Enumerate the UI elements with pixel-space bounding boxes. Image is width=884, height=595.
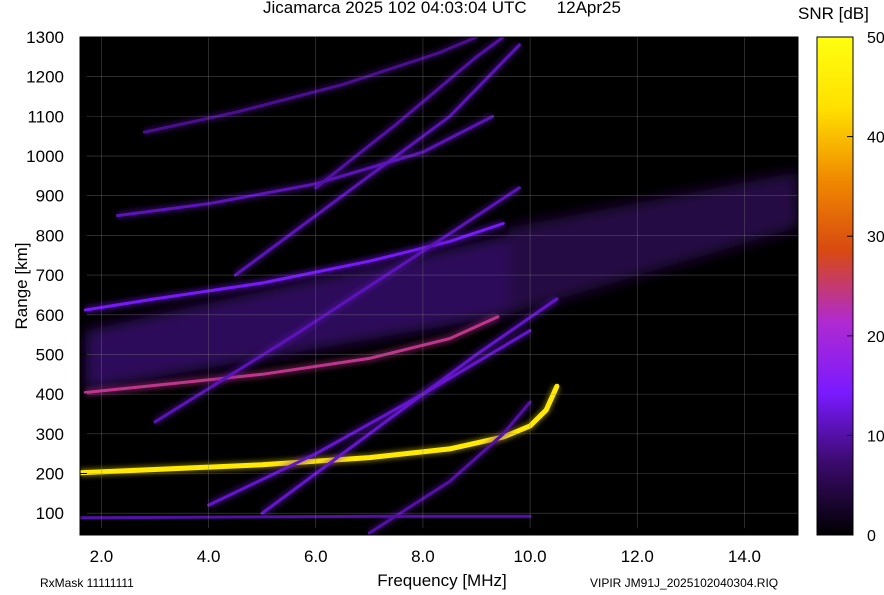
x-tick-label: 6.0 xyxy=(304,547,328,566)
ionogram-figure: Jicamarca 2025 102 04:03:04 UTC 12Apr25 S… xyxy=(0,0,884,595)
plot-svg: 2.0 4.0 6.0 8.0 10.0 12.0 14.0 100200300400500… xyxy=(26,28,884,566)
colorbar-tick-label: 40 xyxy=(867,130,884,147)
y-tick-label: 500 xyxy=(36,345,64,364)
colorbar: 0 10 20 30 40 50 xyxy=(816,30,884,545)
y-tick-label: 100 xyxy=(36,504,64,523)
colorbar-tick-label: 20 xyxy=(867,329,884,346)
colorbar-tick-label: 30 xyxy=(867,229,884,246)
y-tick-label: 300 xyxy=(36,425,64,444)
x-tick-label: 2.0 xyxy=(90,547,114,566)
y-tick-label: 400 xyxy=(36,385,64,404)
colorbar-tick-label: 10 xyxy=(867,428,884,445)
y-axis: 100 200 300 400 500 600 700 800 900 1000 1100 1200 1… xyxy=(26,28,87,523)
x-tick-label: 12.0 xyxy=(621,547,654,566)
trace-line xyxy=(80,514,532,520)
colorbar-scale xyxy=(816,36,854,536)
y-tick-label: 1300 xyxy=(26,28,64,47)
y-tick-label: 200 xyxy=(36,464,64,483)
y-tick-label: 700 xyxy=(36,266,64,285)
y-tick-label: 900 xyxy=(36,187,64,206)
colorbar-tick-label: 0 xyxy=(867,528,876,545)
y-tick-label: 600 xyxy=(36,306,64,325)
y-tick-label: 800 xyxy=(36,226,64,245)
x-tick-label: 4.0 xyxy=(197,547,221,566)
x-tick-label: 14.0 xyxy=(728,547,761,566)
colorbar-tick-label: 50 xyxy=(867,30,884,47)
x-tick-label: 8.0 xyxy=(411,547,435,566)
y-tick-label: 1000 xyxy=(26,147,64,166)
x-tick-label: 10.0 xyxy=(514,547,547,566)
y-tick-label: 1100 xyxy=(27,107,64,126)
y-tick-label: 1200 xyxy=(26,68,64,87)
